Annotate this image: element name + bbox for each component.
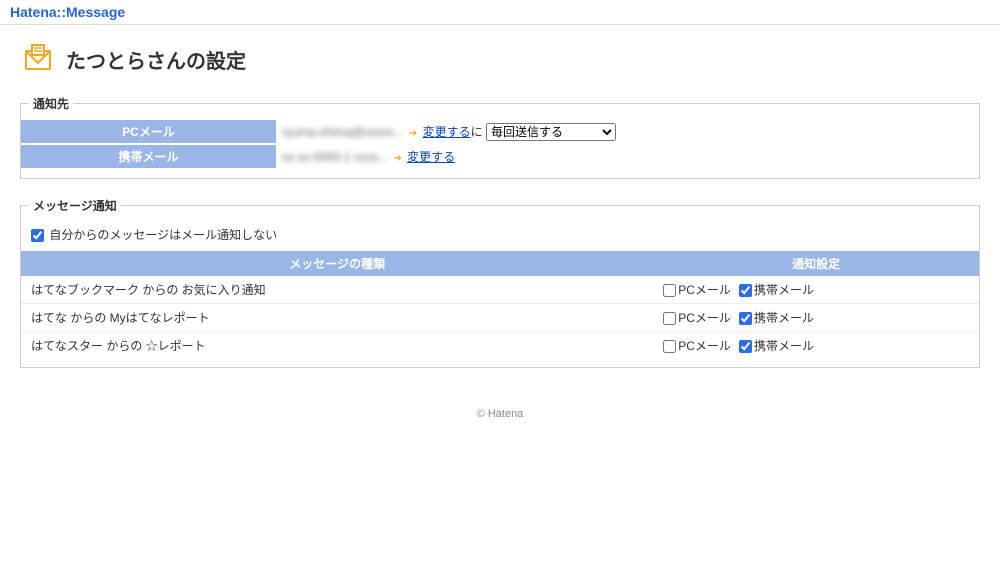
notification-target-panel: 通知先 PCメール ryuma.ohima@xxxxx... ➔ 変更するに 毎… [20,95,980,179]
pcmail-frequency-select[interactable]: 毎回送信する [486,123,616,141]
pcmail-change-link[interactable]: 変更する [423,125,471,139]
page-header: たつとらさんの設定 [20,41,980,77]
message-notify-panel: メッセージ通知 自分からのメッセージはメール通知しない メッセージの種類 通知設… [20,197,980,368]
mobilemail-checkbox-label: 携帯メール [754,283,814,297]
footer: © Hatena [0,398,1000,430]
mobilemail-checkbox-label: 携帯メール [754,339,814,353]
mobilemail-checkbox-label: 携帯メール [754,311,814,325]
arrow-icon: ➔ [409,128,417,139]
mobilemail-checkbox[interactable] [739,312,752,325]
mobilemail-checkbox-wrap[interactable]: 携帯メール [739,283,814,297]
arrow-icon: ➔ [393,153,401,164]
mobilemail-checkbox[interactable] [739,284,752,297]
mobilemail-checkbox-wrap[interactable]: 携帯メール [739,339,814,353]
msg-settings: PCメール 携帯メール [653,332,979,360]
msg-kind: はてなブックマーク からの お気に入り通知 [21,276,653,304]
pcmail-checkbox-label: PCメール [678,339,731,353]
notification-target-legend: 通知先 [29,95,73,112]
pcmail-checkbox[interactable] [663,284,676,297]
pcmail-checkbox-wrap[interactable]: PCメール [663,311,731,325]
table-row: はてな からの Myはてなレポート PCメール 携帯メール [21,304,979,332]
msg-kind: はてな からの Myはてなレポート [21,304,653,332]
col-settings: 通知設定 [653,251,979,276]
pcmail-value-cell: ryuma.ohima@xxxxx... ➔ 変更するに 毎回送信する [276,120,979,144]
pcmail-suffix: に [471,125,483,139]
message-notify-table: メッセージの種類 通知設定 はてなブックマーク からの お気に入り通知PCメール… [21,251,979,359]
msg-settings: PCメール 携帯メール [653,276,979,304]
mobilemail-label: 携帯メール [21,144,276,169]
self-notify-row: 自分からのメッセージはメール通知しない [21,222,979,251]
self-notify-wrap[interactable]: 自分からのメッセージはメール通知しない [31,228,277,242]
pcmail-value: ryuma.ohima@xxxxx... [282,125,404,139]
pcmail-checkbox-wrap[interactable]: PCメール [663,339,731,353]
table-row: はてなブックマーク からの お気に入り通知 PCメール 携帯メール [21,276,979,304]
pcmail-checkbox[interactable] [663,312,676,325]
pcmail-checkbox[interactable] [663,340,676,353]
pcmail-checkbox-label: PCメール [678,283,731,297]
pcmail-label: PCメール [21,120,276,144]
message-notify-legend: メッセージ通知 [29,197,121,214]
mobilemail-change-link[interactable]: 変更する [407,150,455,164]
settings-envelope-icon [20,41,56,77]
self-notify-checkbox[interactable] [31,229,44,242]
col-kind: メッセージの種類 [21,251,653,276]
pcmail-checkbox-label: PCメール [678,311,731,325]
brand-logo[interactable]: Hatena::Message [10,4,125,20]
page-title: たつとらさんの設定 [66,45,246,74]
table-row: はてなスター からの ☆レポート PCメール 携帯メール [21,332,979,360]
mobilemail-checkbox-wrap[interactable]: 携帯メール [739,311,814,325]
pcmail-checkbox-wrap[interactable]: PCメール [663,283,731,297]
mobilemail-checkbox[interactable] [739,340,752,353]
self-notify-label: 自分からのメッセージはメール通知しない [49,228,277,242]
mobilemail-value: xx.xx-0000-1 xxxx... [282,150,388,164]
topbar: Hatena::Message [0,0,1000,25]
content: たつとらさんの設定 通知先 PCメール ryuma.ohima@xxxxx...… [0,25,1000,368]
msg-settings: PCメール 携帯メール [653,304,979,332]
mobilemail-value-cell: xx.xx-0000-1 xxxx... ➔ 変更する [276,144,979,169]
msg-kind: はてなスター からの ☆レポート [21,332,653,360]
